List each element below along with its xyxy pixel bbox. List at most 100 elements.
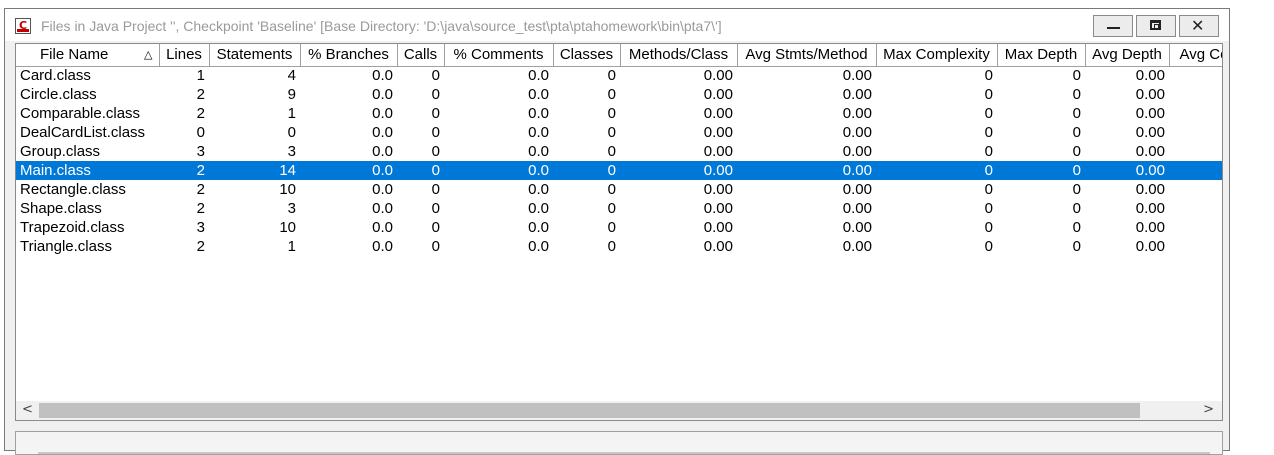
- title-bar[interactable]: C Files in Java Project '', Checkpoint '…: [5, 9, 1229, 41]
- table-cell: 10: [279, 181, 296, 198]
- table-cell: 0: [287, 124, 296, 141]
- table-cell: 0.0: [444, 161, 553, 180]
- table-cell: 0: [1072, 238, 1081, 255]
- table-cell: 0: [984, 181, 993, 198]
- column-header-label: Max Complexity: [883, 46, 990, 64]
- table-row[interactable]: Trapezoid.class 3 10 0.0 0 0.0 0 0.00 0.00 0 0 0.00: [16, 218, 1222, 237]
- column-header-classes[interactable]: Classes: [553, 44, 621, 67]
- table-cell: 0: [984, 86, 993, 103]
- app-c-icon[interactable]: C: [15, 18, 31, 34]
- table-cell: 0: [1072, 200, 1081, 217]
- table-cell: 0: [607, 67, 616, 85]
- table-cell: 0: [984, 105, 993, 122]
- table-cell: 0: [984, 124, 993, 141]
- table-cell: 0.00: [842, 238, 872, 255]
- table-cell: 0.00: [842, 200, 872, 217]
- maximize-button[interactable]: [1136, 15, 1176, 37]
- table-cell: 0: [607, 124, 616, 141]
- table-cell: 14: [209, 161, 300, 180]
- table-cell: 0: [984, 143, 993, 160]
- column-header-avg-depth[interactable]: Avg Depth: [1085, 44, 1170, 67]
- minimize-icon: [1107, 27, 1120, 29]
- table-cell: 3: [196, 219, 205, 236]
- column-header-avg-co[interactable]: Avg Co: [1169, 44, 1222, 67]
- table-cell: 0.00: [1135, 181, 1165, 198]
- column-header-file-name[interactable]: File Name △: [16, 44, 160, 67]
- table-row[interactable]: Circle.class 2 9 0.0 0 0.0 0 0.00 0.00 0 0 0.00: [16, 85, 1222, 104]
- column-header-calls[interactable]: Calls: [397, 44, 445, 67]
- table-row[interactable]: Group.class 3 3 0.0 0 0.0 0 0.00 0.00 0 0 0.00: [16, 142, 1222, 161]
- table-cell: [1169, 142, 1222, 161]
- column-header-max-depth[interactable]: Max Depth: [997, 44, 1086, 67]
- window-title: Files in Java Project '', Checkpoint 'Ba…: [41, 18, 722, 34]
- table-row[interactable]: DealCardList.class 0 0 0.0 0 0.0 0 0.00 0.00 0 0 0.…: [16, 123, 1222, 142]
- minimize-button[interactable]: [1093, 15, 1133, 37]
- table-cell: [1169, 66, 1222, 85]
- table-cell: 0.00: [703, 219, 733, 236]
- table-row[interactable]: Triangle.class 2 1 0.0 0 0.0 0 0.00 0.00 0 0 0.00: [16, 237, 1222, 256]
- column-header-lines[interactable]: Lines: [159, 44, 210, 67]
- table-cell: 0.00: [1135, 200, 1165, 217]
- file-name-cell: Circle.class: [20, 86, 97, 103]
- table-cell: 2: [196, 238, 205, 255]
- column-header-label: % Branches: [308, 46, 389, 64]
- file-name-cell: Rectangle.class: [20, 181, 126, 198]
- table-cell: 0.00: [842, 143, 872, 160]
- table-cell: 0: [607, 86, 616, 103]
- table-cell: 0: [397, 161, 444, 180]
- table-cell: 0.00: [842, 105, 872, 122]
- table-cell: 0: [431, 181, 440, 198]
- table-cell: 0.0: [372, 67, 393, 85]
- scroll-right-icon[interactable]: >: [1203, 402, 1214, 417]
- table-cell: 0.0: [528, 143, 549, 160]
- table-cell: 0: [1072, 86, 1081, 103]
- table-cell: 0.00: [1135, 67, 1165, 85]
- table-cell: 0.00: [703, 86, 733, 103]
- table-row[interactable]: Shape.class 2 3 0.0 0 0.0 0 0.00 0.00 0 0 0.00: [16, 199, 1222, 218]
- horizontal-scrollbar[interactable]: < >: [16, 401, 1222, 420]
- table-cell: 0: [553, 161, 620, 180]
- table-cell: 0: [1072, 181, 1081, 198]
- table-cell: 0.0: [528, 124, 549, 141]
- table-cell: [1169, 123, 1222, 142]
- table-cell: 0.0: [528, 181, 549, 198]
- table-row[interactable]: Card.class 1 4 0.0 0 0.0 0 0.00 0.00 0 0 0.00: [16, 66, 1222, 85]
- table-cell: 0: [431, 219, 440, 236]
- panel-divider: [38, 452, 1210, 454]
- table-row[interactable]: Rectangle.class 2 10 0.0 0 0.0 0 0.00 0.00 0 0 0.00: [16, 180, 1222, 199]
- column-header-avg-stmts-method[interactable]: Avg Stmts/Method: [737, 44, 877, 67]
- close-button[interactable]: ✕: [1179, 15, 1219, 37]
- table-cell: 0: [997, 161, 1085, 180]
- table-cell: 0: [1072, 105, 1081, 122]
- sort-ascending-icon: △: [144, 48, 153, 61]
- file-name-cell: Group.class: [20, 143, 101, 160]
- table-cell: [1169, 218, 1222, 237]
- scroll-left-icon[interactable]: <: [22, 402, 33, 417]
- table-cell: [1169, 104, 1222, 123]
- table-cell: 2: [196, 105, 205, 122]
- files-list[interactable]: File Name △ Lines Statements % Branches Calls…: [15, 43, 1223, 421]
- table-cell: 0: [607, 219, 616, 236]
- column-header-label: Avg Depth: [1092, 46, 1162, 64]
- table-cell: 0: [984, 200, 993, 217]
- bottom-panel: [15, 431, 1223, 455]
- file-name-cell: Main.class: [16, 161, 159, 180]
- column-header-comments[interactable]: % Comments: [444, 44, 554, 67]
- column-header-row: File Name △ Lines Statements % Branches Calls…: [16, 44, 1222, 67]
- table-row[interactable]: Comparable.class 2 1 0.0 0 0.0 0 0.00 0.00 0 0 0.00: [16, 104, 1222, 123]
- table-cell: 0.00: [1135, 124, 1165, 141]
- column-header-label: Lines: [166, 46, 202, 64]
- table-row[interactable]: Main.class 2 14 0.0 0 0.0 0 0.00 0.00 0 0 0.00: [16, 161, 1222, 180]
- column-header-max-complexity[interactable]: Max Complexity: [876, 44, 998, 67]
- scroll-thumb[interactable]: [39, 403, 1140, 418]
- column-header-methods-class[interactable]: Methods/Class: [620, 44, 738, 67]
- file-name-cell: Trapezoid.class: [20, 219, 125, 236]
- column-header-branches[interactable]: % Branches: [300, 44, 398, 67]
- file-name-cell: Shape.class: [20, 200, 102, 217]
- table-cell: 0: [607, 105, 616, 122]
- column-header-statements[interactable]: Statements: [209, 44, 301, 67]
- table-cell: 0.00: [842, 219, 872, 236]
- table-cell: 2: [159, 161, 209, 180]
- table-cell: [1169, 180, 1222, 199]
- column-header-label: Methods/Class: [628, 46, 729, 64]
